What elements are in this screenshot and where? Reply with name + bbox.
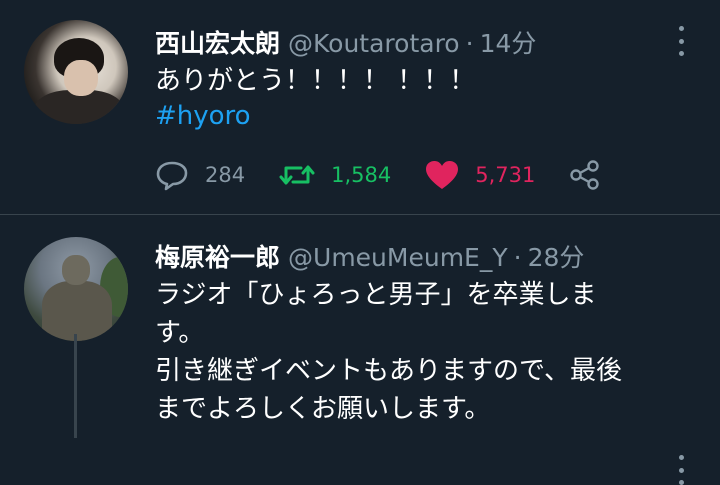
share-button[interactable] xyxy=(569,159,617,191)
display-name[interactable]: 梅原裕一郎 xyxy=(155,238,280,274)
like-count: 5,731 xyxy=(475,163,536,187)
tweet-header: 西山宏太朗 @Koutarotaro · 14分 xyxy=(155,24,536,60)
separator-dot: · xyxy=(513,243,522,272)
timestamp[interactable]: 14分 xyxy=(480,24,537,60)
like-button[interactable]: 5,731 xyxy=(425,160,535,190)
thread-line xyxy=(74,334,77,438)
avatar[interactable] xyxy=(24,20,128,124)
avatar[interactable] xyxy=(24,237,128,341)
avatar-statue-body xyxy=(42,281,112,341)
retweet-count: 1,584 xyxy=(331,163,392,187)
tweet-text: ありがとう！！！！ ！！！ xyxy=(155,66,476,96)
user-handle[interactable]: @Koutarotaro xyxy=(288,29,460,58)
tweet-text-line: ラジオ「ひょろっと男子」を卒業しま xyxy=(155,280,597,310)
more-icon[interactable] xyxy=(670,455,692,485)
reply-button[interactable]: 284 xyxy=(155,159,245,191)
timestamp[interactable]: 28分 xyxy=(528,238,585,274)
hashtag-link[interactable]: #hyoro xyxy=(155,101,251,131)
reply-count: 284 xyxy=(205,163,246,187)
retweet-icon xyxy=(279,165,315,185)
more-icon[interactable] xyxy=(670,26,692,56)
tweet-text-line: までよろしくお願いします。 xyxy=(155,394,491,424)
separator-dot: · xyxy=(465,29,474,58)
retweet-button[interactable]: 1,584 xyxy=(279,160,391,190)
tweet-text-line: 引き継ぎイベントもありますので、最後 xyxy=(155,356,622,386)
user-handle[interactable]: @UmeuMeumE_Y xyxy=(288,243,508,272)
display-name[interactable]: 西山宏太朗 xyxy=(155,24,280,60)
reply-icon xyxy=(156,161,188,191)
avatar-face xyxy=(64,60,98,96)
tweet-text: ラジオ「ひょろっと男子」を卒業しま す。 引き継ぎイベントもありますので、最後 … xyxy=(155,276,622,428)
tweet-actions: 284 1,584 5,731 xyxy=(155,158,651,192)
avatar-statue-head xyxy=(62,255,90,285)
tweet[interactable]: 西山宏太朗 @Koutarotaro · 14分 ありがとう！！！！ ！！！ #… xyxy=(0,0,720,215)
share-icon xyxy=(570,160,600,190)
tweet-header: 梅原裕一郎 @UmeuMeumE_Y · 28分 xyxy=(155,238,584,274)
tweet-text-line: す。 xyxy=(155,318,205,348)
heart-icon xyxy=(426,161,459,189)
